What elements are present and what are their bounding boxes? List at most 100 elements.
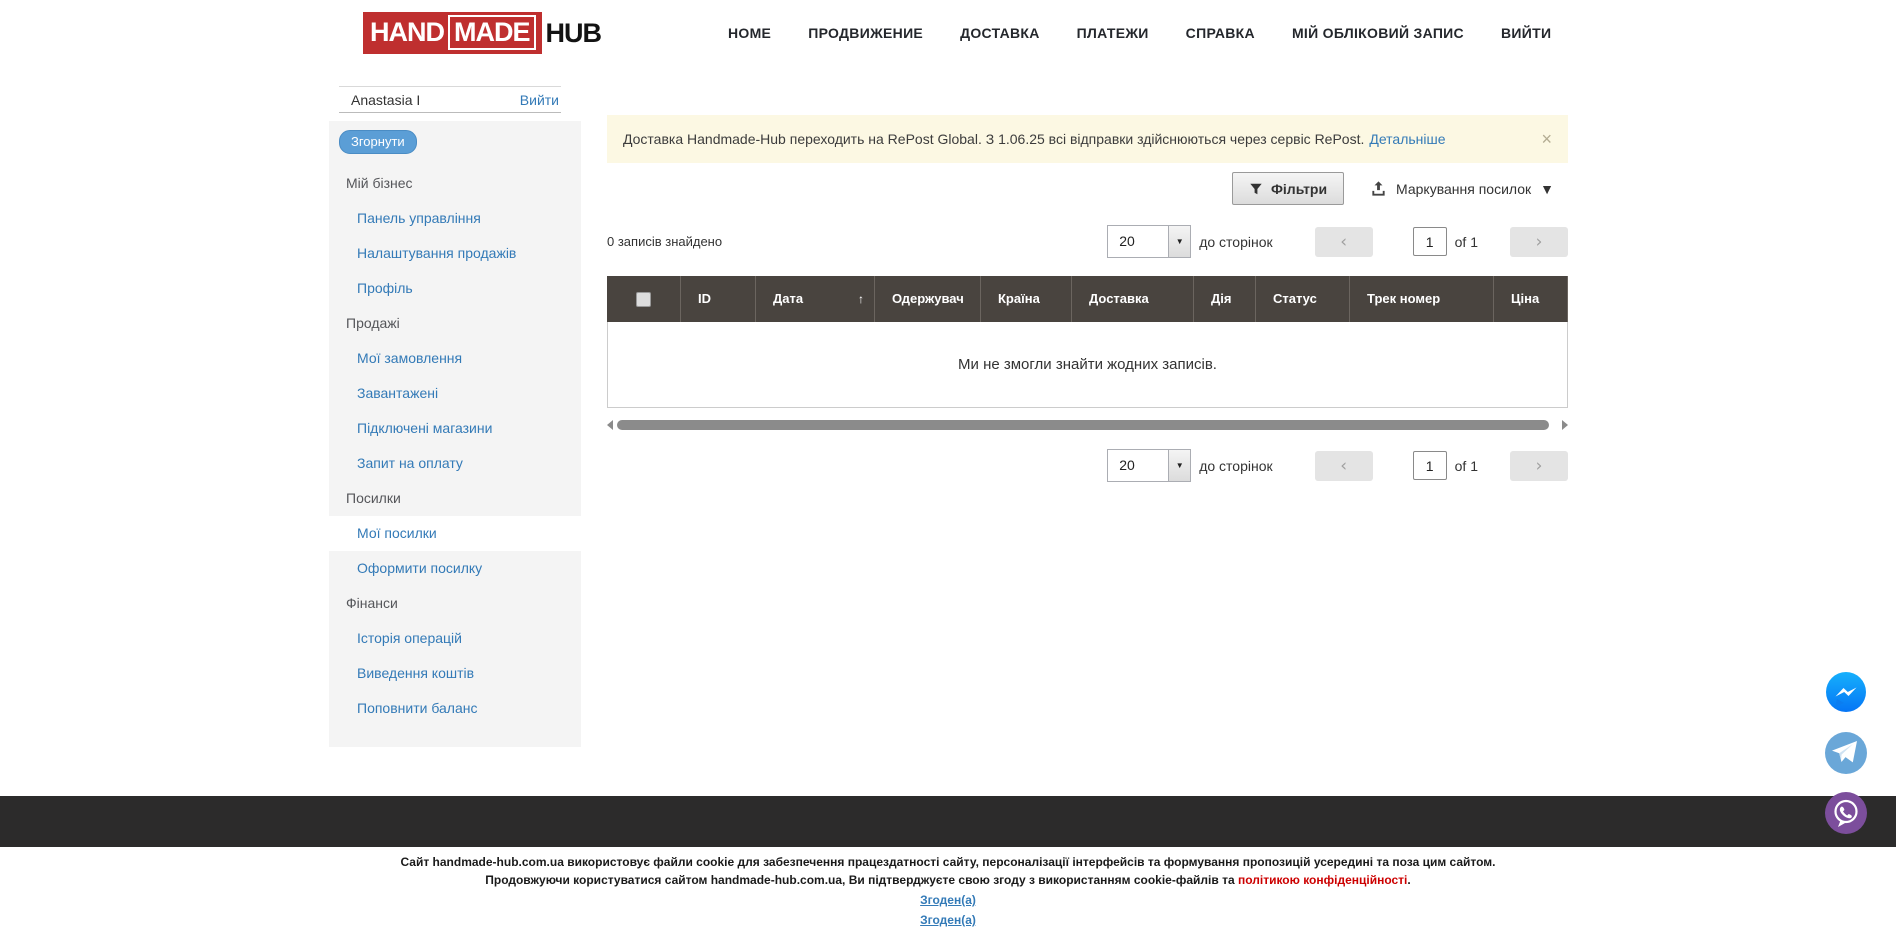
column-header-track-number[interactable]: Трек номер <box>1350 276 1494 322</box>
select-all-cell <box>607 276 681 322</box>
sort-asc-icon: ↑ <box>858 276 864 322</box>
upload-icon <box>1370 180 1387 197</box>
logo-hub: HUB <box>546 18 602 49</box>
scroll-right-icon[interactable] <box>1562 420 1568 430</box>
column-header-date[interactable]: Дата↑ <box>756 276 875 322</box>
nav-item-promotion[interactable]: ПРОДВИЖЕНИЕ <box>808 25 923 41</box>
next-page-button-bottom[interactable]: › <box>1510 451 1568 481</box>
nav-item-home[interactable]: HOME <box>728 25 771 41</box>
collapse-sidebar-button[interactable]: Згорнути <box>339 130 417 154</box>
sidebar-item-profile[interactable]: Профіль <box>329 271 581 306</box>
sidebar-section-sales: Продажі <box>329 306 581 341</box>
sidebar-item-sales-settings[interactable]: Налаштування продажів <box>329 236 581 271</box>
select-caret-icon: ▼ <box>1168 450 1190 481</box>
logout-link[interactable]: Вийти <box>520 92 559 108</box>
sidebar-item-operations-history[interactable]: Історія операцій <box>329 621 581 656</box>
viber-icon[interactable] <box>1824 791 1868 835</box>
sidebar: Згорнути Мій бізнесПанель управлінняНала… <box>329 121 581 747</box>
scrollbar-track[interactable] <box>617 420 1558 430</box>
funnel-icon <box>1249 182 1263 196</box>
social-buttons <box>1824 671 1868 835</box>
empty-table-message: Ми не змогли знайти жодних записів. <box>958 356 1217 373</box>
table-header-row: IDДата↑ОдержувачКраїнаДоставкаДіяСтатусТ… <box>607 276 1568 322</box>
toolbar: Фільтри Маркування посилок ▼ <box>1232 172 1568 205</box>
sidebar-item-my-parcels[interactable]: Мої посилки <box>329 516 581 551</box>
horizontal-scrollbar <box>607 419 1568 431</box>
per-page-select[interactable]: 20 ▼ <box>1107 225 1191 258</box>
sidebar-item-connected-shops[interactable]: Підключені магазини <box>329 411 581 446</box>
notification-banner: Доставка Handmade-Hub переходить на RePo… <box>607 115 1568 163</box>
page-number-input[interactable] <box>1413 227 1447 256</box>
parcel-marking-label: Маркування посилок <box>1396 181 1531 197</box>
nav-item-delivery[interactable]: ДОСТАВКА <box>960 25 1040 41</box>
nav-item-payments[interactable]: ПЛАТЕЖИ <box>1077 25 1149 41</box>
cookie-line-2-text: Продовжуючи користуватися сайтом handmad… <box>485 873 1238 887</box>
main-nav: HOME ПРОДВИЖЕНИЕ ДОСТАВКА ПЛАТЕЖИ СПРАВКА МІЙ… <box>728 0 1551 66</box>
prev-page-button[interactable]: ‹ <box>1315 227 1373 257</box>
close-icon[interactable]: × <box>1541 130 1552 148</box>
top-header: HANDMADE HUB HOME ПРОДВИЖЕНИЕ ДОСТАВКА ПЛАТ… <box>0 0 1896 66</box>
cookie-line-2-suffix: . <box>1407 873 1410 887</box>
scrollbar-thumb[interactable] <box>617 420 1549 430</box>
banner-details-link[interactable]: Детальніше <box>1369 131 1445 147</box>
sidebar-section-finance: Фінанси <box>329 586 581 621</box>
results-count: 0 записів знайдено <box>607 225 722 259</box>
sidebar-item-top-up-balance[interactable]: Поповнити баланс <box>329 691 581 726</box>
logo-red-box: HANDMADE <box>363 12 542 54</box>
per-page-label: до сторінок <box>1199 234 1272 250</box>
sidebar-item-dashboard[interactable]: Панель управління <box>329 201 581 236</box>
user-name: Anastasia I <box>351 92 520 108</box>
sidebar-item-create-parcel[interactable]: Оформити посилку <box>329 551 581 586</box>
column-header-price[interactable]: Ціна <box>1494 276 1568 322</box>
per-page-select-bottom[interactable]: 20 ▼ <box>1107 449 1191 482</box>
cookie-agree-link-1[interactable]: Згоден(а) <box>0 891 1896 909</box>
prev-page-button-bottom[interactable]: ‹ <box>1315 451 1373 481</box>
nav-item-my-account[interactable]: МІЙ ОБЛІКОВИЙ ЗАПИС <box>1292 25 1464 41</box>
next-page-button[interactable]: › <box>1510 227 1568 257</box>
sidebar-menu: Мій бізнесПанель управлінняНалаштування … <box>329 166 581 726</box>
cookie-line-1: Сайт handmade-hub.com.ua використовує фа… <box>0 853 1896 871</box>
nav-item-help[interactable]: СПРАВКА <box>1186 25 1255 41</box>
cookie-agree-link-2[interactable]: Згоден(а) <box>0 911 1896 929</box>
column-header-id[interactable]: ID <box>681 276 756 322</box>
column-header-country[interactable]: Країна <box>981 276 1072 322</box>
logo-hand: HAND <box>370 17 444 48</box>
pagination-top: 20 ▼ до сторінок ‹ of 1 › <box>1107 225 1568 258</box>
scroll-left-icon[interactable] <box>607 420 613 430</box>
per-page-value-bottom: 20 <box>1108 450 1168 481</box>
sidebar-item-my-orders[interactable]: Мої замовлення <box>329 341 581 376</box>
column-header-delivery[interactable]: Доставка <box>1072 276 1194 322</box>
select-caret-icon: ▼ <box>1168 226 1190 257</box>
privacy-policy-link[interactable]: політикою конфіденційності <box>1238 873 1407 887</box>
page-of-label-bottom: of 1 <box>1455 458 1478 474</box>
caret-down-icon: ▼ <box>1540 181 1554 197</box>
column-header-recipient[interactable]: Одержувач <box>875 276 981 322</box>
column-header-status[interactable]: Статус <box>1256 276 1350 322</box>
banner-text: Доставка Handmade-Hub переходить на RePo… <box>623 131 1364 147</box>
parcel-marking-dropdown[interactable]: Маркування посилок ▼ <box>1370 180 1554 197</box>
logo-made: MADE <box>448 15 536 50</box>
sidebar-section-my-business: Мій бізнес <box>329 166 581 201</box>
sidebar-section-parcels: Посилки <box>329 481 581 516</box>
column-header-action[interactable]: Дія <box>1194 276 1256 322</box>
sidebar-item-withdraw-funds[interactable]: Виведення коштів <box>329 656 581 691</box>
site-logo[interactable]: HANDMADE HUB <box>363 12 601 54</box>
per-page-value: 20 <box>1108 226 1168 257</box>
user-strip: Anastasia I Вийти <box>339 86 561 113</box>
page-of-label: of 1 <box>1455 234 1478 250</box>
sidebar-item-uploaded[interactable]: Завантажені <box>329 376 581 411</box>
table-empty-body: Ми не змогли знайти жодних записів. <box>607 322 1568 408</box>
select-all-checkbox[interactable] <box>636 292 651 307</box>
page-number-input-bottom[interactable] <box>1413 451 1447 480</box>
pagination-bottom: 20 ▼ до сторінок ‹ of 1 › <box>1107 449 1568 482</box>
telegram-icon[interactable] <box>1824 731 1868 775</box>
messenger-icon[interactable] <box>1824 671 1868 715</box>
nav-item-logout[interactable]: ВИЙТИ <box>1501 25 1551 41</box>
filters-button-label: Фільтри <box>1271 181 1327 197</box>
cookie-notice: Сайт handmade-hub.com.ua використовує фа… <box>0 853 1896 929</box>
cookie-line-2: Продовжуючи користуватися сайтом handmad… <box>0 871 1896 889</box>
per-page-label-bottom: до сторінок <box>1199 458 1272 474</box>
sidebar-item-payment-request[interactable]: Запит на оплату <box>329 446 581 481</box>
filters-button[interactable]: Фільтри <box>1232 172 1344 205</box>
footer-bar <box>0 796 1896 847</box>
